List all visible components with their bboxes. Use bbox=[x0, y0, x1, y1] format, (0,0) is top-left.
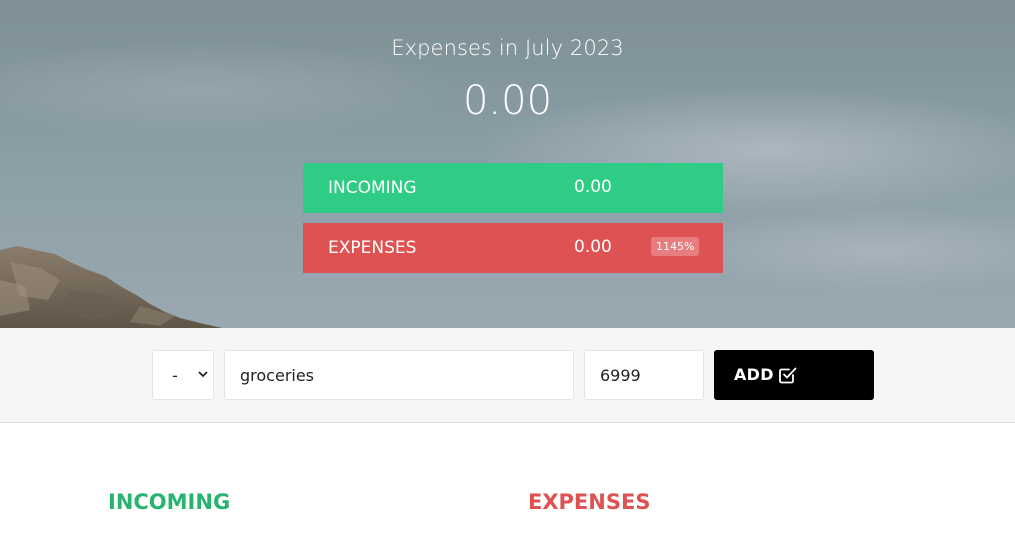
expenses-summary-label: EXPENSES bbox=[328, 238, 417, 258]
amount-input[interactable] bbox=[584, 350, 704, 400]
type-select-value: - bbox=[172, 366, 178, 385]
type-select[interactable]: - bbox=[152, 350, 214, 400]
description-input[interactable] bbox=[224, 350, 574, 400]
expenses-list-title: EXPENSES bbox=[528, 490, 651, 514]
expenses-summary-value: 0.00 bbox=[574, 237, 612, 257]
expenses-percentage-badge: 1145% bbox=[651, 237, 700, 256]
incoming-summary: INCOMING 0.00 bbox=[303, 163, 723, 213]
add-button[interactable]: ADD bbox=[714, 350, 874, 400]
chevron-down-icon bbox=[198, 371, 208, 378]
check-square-icon bbox=[779, 367, 797, 384]
budget-total: 0.00 bbox=[462, 78, 553, 124]
add-entry-form: - ADD bbox=[0, 328, 1015, 423]
expenses-summary: EXPENSES 0.00 1145% bbox=[303, 223, 723, 273]
header-banner: Expenses in July 2023 0.00 INCOMING 0.00… bbox=[0, 0, 1015, 328]
page-title: Expenses in July 2023 bbox=[391, 36, 624, 60]
incoming-summary-label: INCOMING bbox=[328, 178, 417, 198]
add-button-label: ADD bbox=[734, 365, 774, 384]
incoming-summary-value: 0.00 bbox=[574, 177, 612, 197]
incoming-list-title: INCOMING bbox=[108, 490, 231, 514]
